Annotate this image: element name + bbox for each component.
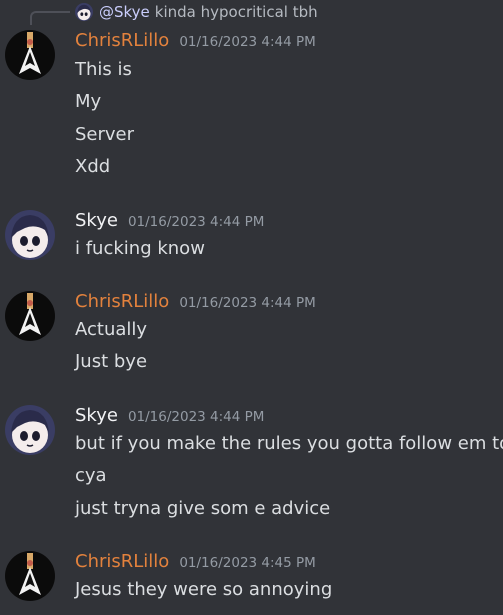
timestamp: 01/16/2023 4:44 PM xyxy=(179,295,316,311)
avatar[interactable] xyxy=(5,210,55,260)
message-text: i fucking know xyxy=(75,238,205,259)
reply-avatar[interactable] xyxy=(75,3,93,21)
message-header: Skye 01/16/2023 4:44 PM xyxy=(75,210,264,234)
username[interactable]: ChrisRLillo xyxy=(75,551,169,572)
message-text: Actually xyxy=(75,319,148,340)
timestamp: 01/16/2023 4:44 PM xyxy=(127,214,265,230)
message-text: Xdd xyxy=(75,156,111,177)
timestamp: 01/16/2023 4:44 PM xyxy=(179,34,316,50)
username[interactable]: Skye xyxy=(75,210,118,231)
message-text: This is xyxy=(75,59,132,80)
timestamp: 01/16/2023 4:44 PM xyxy=(127,409,265,425)
timestamp: 01/16/2023 4:45 PM xyxy=(179,555,316,571)
message-text: but if you make the rules you gotta foll… xyxy=(75,433,503,454)
message-text: Just bye xyxy=(75,351,148,372)
username[interactable]: ChrisRLillo xyxy=(75,291,169,312)
username[interactable]: Skye xyxy=(75,405,118,426)
message-text: My xyxy=(75,91,102,112)
avatar[interactable] xyxy=(5,551,55,601)
reply-preview-text[interactable]: kinda hypocritical tbh xyxy=(155,3,318,21)
message-text: just tryna give som e advice xyxy=(75,498,331,519)
message-header: ChrisRLillo 01/16/2023 4:44 PM xyxy=(75,291,316,315)
reply-reference[interactable]: @Skye kinda hypocritical tbh xyxy=(75,2,318,22)
username[interactable]: ChrisRLillo xyxy=(75,30,169,51)
message-text: Server xyxy=(75,124,135,145)
message-text: Jesus they were so annoying xyxy=(75,579,333,600)
avatar[interactable] xyxy=(5,291,55,341)
message-header: Skye 01/16/2023 4:44 PM xyxy=(75,405,264,429)
message-header: ChrisRLillo 01/16/2023 4:44 PM xyxy=(75,30,316,54)
avatar[interactable] xyxy=(5,30,55,80)
message-text: cya xyxy=(75,465,107,486)
avatar[interactable] xyxy=(5,405,55,455)
reply-connector-line xyxy=(30,11,70,25)
message-header: ChrisRLillo 01/16/2023 4:45 PM xyxy=(75,551,316,575)
reply-mention[interactable]: @Skye xyxy=(99,3,150,21)
